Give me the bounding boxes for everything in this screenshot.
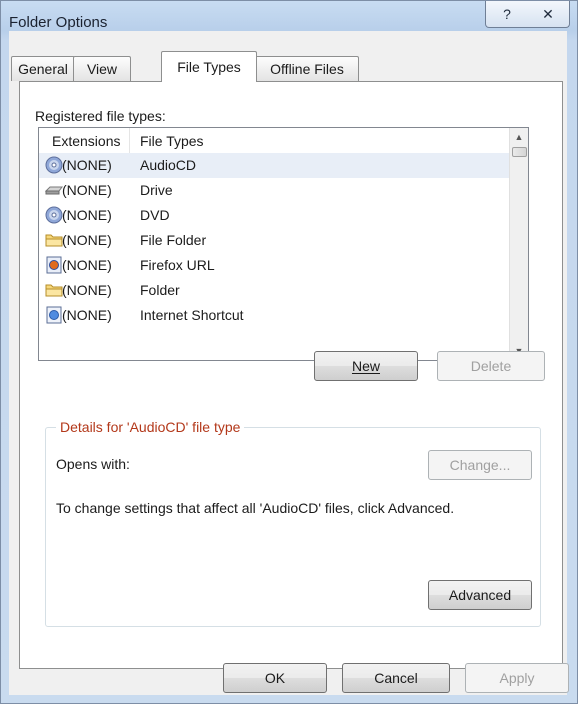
list-item[interactable]: (NONE) File Folder [39, 228, 509, 253]
folder-options-window: Folder Options ? ✕ General View File Typ… [0, 0, 578, 704]
advanced-button[interactable]: Advanced [428, 580, 532, 610]
tab-label: General [18, 61, 68, 77]
folder-icon [45, 231, 63, 249]
tab-general[interactable]: General [11, 56, 75, 81]
file-type-cell: AudioCD [140, 157, 197, 173]
new-button[interactable]: New [314, 351, 418, 381]
cancel-button[interactable]: Cancel [342, 663, 450, 693]
vertical-scrollbar[interactable]: ▲ ▼ [509, 128, 528, 360]
apply-button[interactable]: Apply [465, 663, 569, 693]
advanced-button-label: Advanced [448, 587, 512, 603]
tab-offline-files[interactable]: Offline Files [255, 56, 359, 81]
cancel-button-label: Cancel [374, 670, 418, 686]
extension-cell: (NONE) [62, 157, 112, 173]
delete-button[interactable]: Delete [437, 351, 545, 381]
list-item[interactable]: (NONE) Drive [39, 178, 509, 203]
ok-button[interactable]: OK [223, 663, 327, 693]
drive-icon [45, 181, 63, 199]
new-button-label: New [351, 358, 380, 374]
column-header-extensions[interactable]: Extensions [52, 133, 120, 149]
extension-cell: (NONE) [62, 182, 112, 198]
help-button[interactable]: ? [485, 1, 529, 28]
dvd-icon [45, 206, 63, 224]
extension-cell: (NONE) [62, 257, 112, 273]
close-icon: ✕ [542, 5, 554, 22]
apply-button-label: Apply [499, 670, 535, 686]
tab-label: File Types [177, 59, 241, 75]
tab-file-types[interactable]: File Types [161, 51, 257, 82]
extension-cell: (NONE) [62, 207, 112, 223]
list-item[interactable]: (NONE) AudioCD [39, 153, 509, 178]
tab-label: Offline Files [270, 61, 344, 77]
extension-cell: (NONE) [62, 282, 112, 298]
file-type-cell: DVD [140, 207, 170, 223]
list-item[interactable]: (NONE) Firefox URL [39, 253, 509, 278]
registered-file-types-label: Registered file types: [35, 108, 166, 124]
list-item[interactable]: (NONE) DVD [39, 203, 509, 228]
extension-cell: (NONE) [62, 307, 112, 323]
column-separator[interactable] [129, 128, 130, 153]
tab-view[interactable]: View [73, 56, 131, 81]
change-button[interactable]: Change... [428, 450, 532, 480]
list-item[interactable]: (NONE) Internet Shortcut [39, 303, 509, 328]
scroll-up-arrow[interactable]: ▲ [510, 128, 528, 146]
list-item[interactable]: (NONE) Folder [39, 278, 509, 303]
details-groupbox-title: Details for 'AudioCD' file type [56, 419, 245, 435]
folder-icon [45, 281, 63, 299]
tab-label: View [86, 61, 118, 77]
details-groupbox: Details for 'AudioCD' file type Opens wi… [45, 419, 541, 627]
column-header-file-types[interactable]: File Types [140, 133, 204, 149]
opens-with-label: Opens with: [56, 456, 130, 472]
extension-cell: (NONE) [62, 232, 112, 248]
firefox-url-icon [45, 256, 63, 274]
dialog-client-area: General View File Types Offline Files Re… [9, 31, 567, 695]
close-button[interactable]: ✕ [527, 1, 570, 28]
details-info-text: To change settings that affect all 'Audi… [56, 500, 455, 516]
file-type-cell: File Folder [140, 232, 207, 248]
file-type-cell: Drive [140, 182, 173, 198]
file-type-cell: Firefox URL [140, 257, 215, 273]
ok-button-label: OK [264, 670, 286, 686]
help-icon: ? [503, 6, 511, 22]
change-button-label: Change... [449, 457, 511, 473]
scroll-thumb[interactable] [512, 147, 527, 157]
file-types-list[interactable]: Extensions File Types (NONE) AudioCD (NO… [38, 127, 529, 361]
delete-button-label: Delete [470, 358, 512, 374]
list-header: Extensions File Types [39, 128, 509, 153]
internet-shortcut-icon [45, 306, 63, 324]
cd-icon [45, 156, 63, 174]
file-type-cell: Internet Shortcut [140, 307, 244, 323]
file-type-cell: Folder [140, 282, 180, 298]
window-title: Folder Options [9, 14, 108, 31]
